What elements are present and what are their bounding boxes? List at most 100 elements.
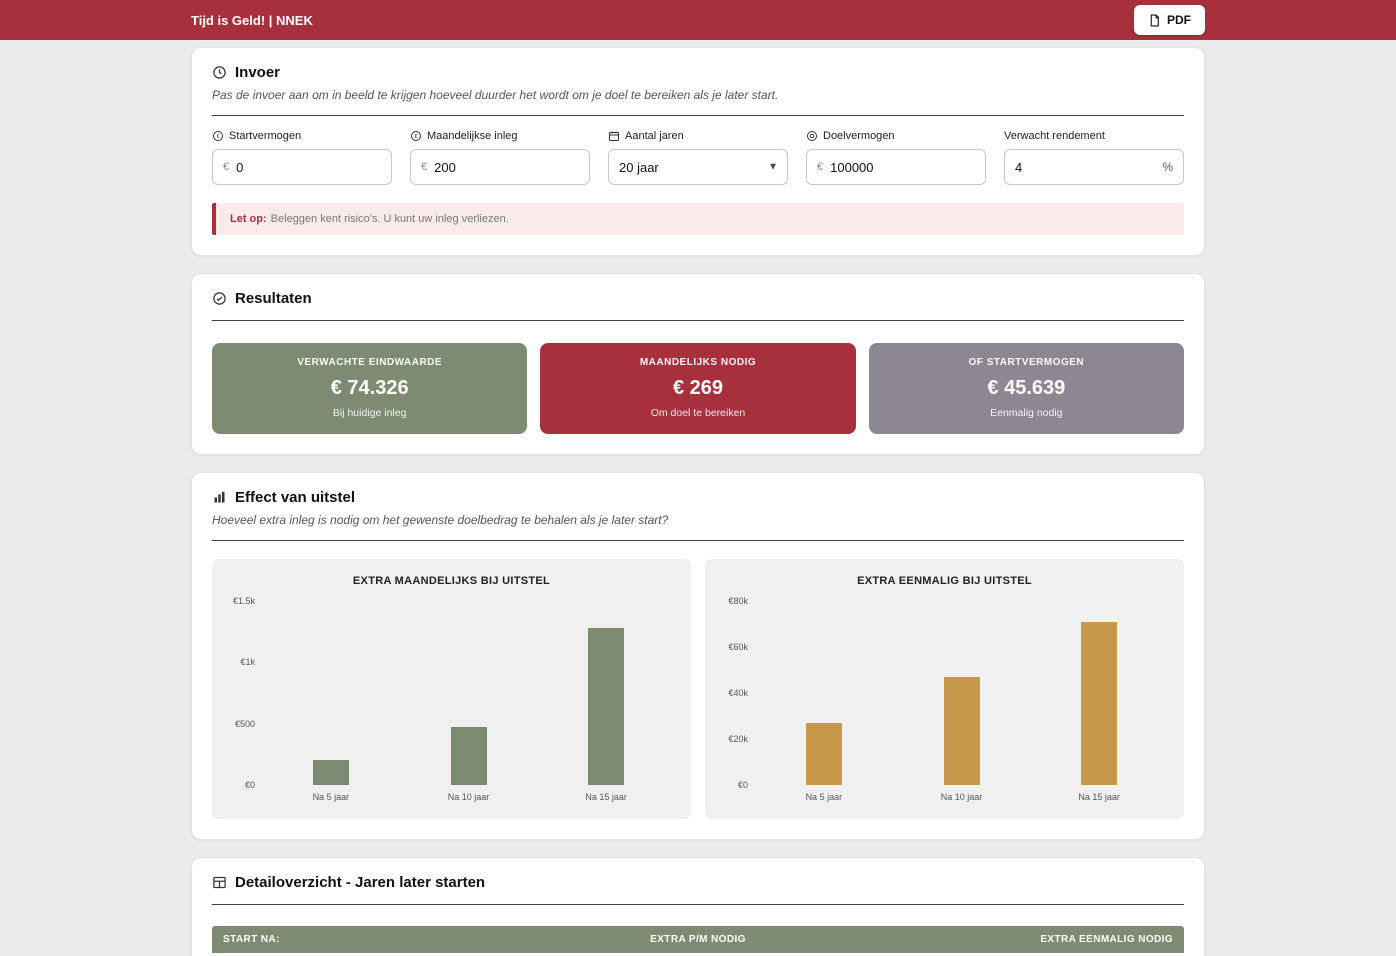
maandelijkse-inleg-input[interactable]: [434, 160, 579, 175]
field-startvermogen: € Startvermogen €: [212, 130, 392, 185]
invoer-subtitle: Pas de invoer aan om in beeld te krijgen…: [212, 88, 1184, 102]
svg-text:€: €: [216, 134, 219, 140]
svg-text:€: €: [414, 134, 417, 140]
warning-text: Beleggen kent risico's. U kunt uw inleg …: [271, 213, 509, 225]
bar: [806, 723, 842, 785]
bar-column: Na 5 jaar: [262, 601, 400, 785]
result-value: € 45.639: [879, 377, 1174, 400]
result-subtext: Om doel te bereiken: [550, 407, 845, 419]
bar-column: Na 5 jaar: [755, 601, 893, 785]
result-card-eindwaarde: VERWACHTE EINDWAARDE € 74.326 Bij huidig…: [212, 343, 527, 434]
field-doelvermogen: Doelvermogen €: [806, 130, 986, 185]
divider: [212, 115, 1184, 116]
pdf-button[interactable]: PDF: [1134, 5, 1205, 35]
risk-warning: Let op: Beleggen kent risico's. U kunt uw…: [212, 203, 1184, 235]
field-label: Doelvermogen: [823, 130, 895, 142]
bars-area: Na 5 jaarNa 10 jaarNa 15 jaar: [755, 601, 1168, 785]
document-icon: [1148, 14, 1161, 27]
divider: [212, 904, 1184, 905]
uitstel-card: Effect van uitstel Hoeveel extra inleg i…: [191, 472, 1205, 840]
warning-bold: Let op:: [230, 213, 267, 225]
percent-suffix: %: [1162, 160, 1173, 174]
startvermogen-input[interactable]: [236, 160, 381, 175]
field-label: Verwacht rendement: [1004, 130, 1105, 142]
x-axis-label: Na 10 jaar: [893, 792, 1031, 802]
euro-coin-icon: €: [410, 130, 422, 142]
field-label: Startvermogen: [229, 130, 301, 142]
bar-column: Na 15 jaar: [537, 601, 675, 785]
chart-title: EXTRA MAANDELIJKS BIJ UITSTEL: [228, 575, 675, 587]
result-subtext: Bij huidige inleg: [222, 407, 517, 419]
doelvermogen-input[interactable]: [830, 160, 975, 175]
y-tick-label: €60k: [728, 642, 748, 652]
x-axis-label: Na 15 jaar: [1030, 792, 1168, 802]
bar-column: Na 10 jaar: [400, 601, 538, 785]
x-axis-label: Na 5 jaar: [262, 792, 400, 802]
y-tick-label: €80k: [728, 596, 748, 606]
bar: [944, 677, 980, 785]
check-circle-icon: [212, 291, 227, 306]
calendar-icon: [608, 130, 620, 142]
pdf-button-label: PDF: [1167, 13, 1191, 27]
resultaten-card: Resultaten VERWACHTE EINDWAARDE € 74.326…: [191, 273, 1205, 455]
y-axis: €0€500€1k€1.5k: [228, 601, 262, 785]
euro-prefix: €: [817, 161, 823, 173]
field-label: Aantal jaren: [625, 130, 684, 142]
euro-coin-icon: €: [212, 130, 224, 142]
x-axis-label: Na 10 jaar: [400, 792, 538, 802]
bar: [588, 628, 624, 785]
chart-extra-maandelijks: EXTRA MAANDELIJKS BIJ UITSTEL €0€500€1k€…: [212, 559, 691, 819]
y-tick-label: €500: [235, 719, 255, 729]
result-card-startvermogen: OF STARTVERMOGEN € 45.639 Eenmalig nodig: [869, 343, 1184, 434]
bar: [1081, 622, 1117, 785]
result-card-maandelijks: MAANDELIJKS NODIG € 269 Om doel te berei…: [540, 343, 855, 434]
rendement-input[interactable]: [1015, 160, 1156, 175]
bar-chart-icon: [212, 490, 227, 505]
aantal-jaren-select[interactable]: 20 jaar: [608, 149, 788, 185]
invoer-card: Invoer Pas de invoer aan om in beeld te …: [191, 47, 1205, 256]
x-axis-label: Na 5 jaar: [755, 792, 893, 802]
detail-table-header: START NA: EXTRA P/M NODIG EXTRA EENMALIG…: [212, 926, 1184, 953]
bar-column: Na 15 jaar: [1030, 601, 1168, 785]
result-label: MAANDELIJKS NODIG: [550, 357, 845, 368]
field-aantal-jaren: Aantal jaren 20 jaar ▼: [608, 130, 788, 185]
chart-plot: €0€20k€40k€60k€80k Na 5 jaarNa 10 jaarNa…: [721, 601, 1168, 785]
y-tick-label: €20k: [728, 734, 748, 744]
column-header-start-na: START NA:: [223, 934, 529, 945]
field-label: Maandelijkse inleg: [427, 130, 518, 142]
bar-column: Na 10 jaar: [893, 601, 1031, 785]
table-icon: [212, 875, 227, 890]
field-maandelijkse-inleg: € Maandelijkse inleg €: [410, 130, 590, 185]
field-verwacht-rendement: Verwacht rendement %: [1004, 130, 1184, 185]
resultaten-title-row: Resultaten: [212, 290, 1184, 307]
divider: [212, 540, 1184, 541]
uitstel-title-row: Effect van uitstel: [212, 489, 1184, 506]
clock-icon: [212, 65, 227, 80]
target-icon: [806, 130, 818, 142]
result-subtext: Eenmalig nodig: [879, 407, 1174, 419]
bars-area: Na 5 jaarNa 10 jaarNa 15 jaar: [262, 601, 675, 785]
y-axis: €0€20k€40k€60k€80k: [721, 601, 755, 785]
column-header-extra-pm: EXTRA P/M NODIG: [529, 934, 866, 945]
bar: [313, 760, 349, 785]
bar: [451, 727, 487, 785]
x-axis-label: Na 15 jaar: [537, 792, 675, 802]
result-value: € 269: [550, 377, 845, 400]
uitstel-subtitle: Hoeveel extra inleg is nodig om het gewe…: [212, 513, 1184, 527]
invoer-title-row: Invoer: [212, 64, 1184, 81]
app-header: Tijd is Geld! | NNEK PDF: [0, 0, 1396, 40]
app-title: Tijd is Geld! | NNEK: [191, 13, 313, 28]
result-label: VERWACHTE EINDWAARDE: [222, 357, 517, 368]
euro-prefix: €: [223, 161, 229, 173]
chart-plot: €0€500€1k€1.5k Na 5 jaarNa 10 jaarNa 15 …: [228, 601, 675, 785]
detail-title: Detailoverzicht - Jaren later starten: [235, 874, 485, 891]
detail-card: Detailoverzicht - Jaren later starten ST…: [191, 857, 1205, 956]
input-fields-row: € Startvermogen € € Maandelijkse inleg: [212, 130, 1184, 185]
result-label: OF STARTVERMOGEN: [879, 357, 1174, 368]
y-tick-label: €1.5k: [233, 596, 255, 606]
result-value: € 74.326: [222, 377, 517, 400]
y-tick-label: €1k: [240, 657, 255, 667]
y-tick-label: €40k: [728, 688, 748, 698]
detail-title-row: Detailoverzicht - Jaren later starten: [212, 874, 1184, 891]
uitstel-title: Effect van uitstel: [235, 489, 355, 506]
